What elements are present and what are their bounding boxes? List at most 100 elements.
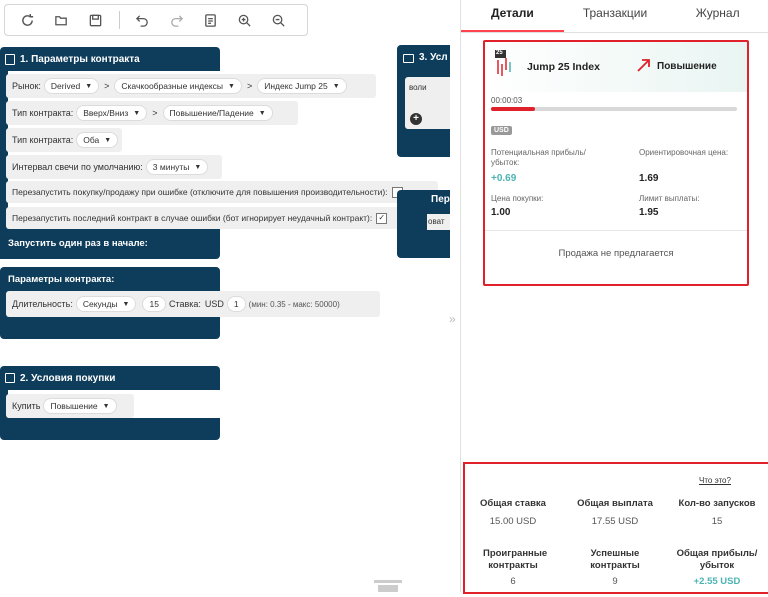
block-title: Пер xyxy=(431,194,450,205)
workspace-toolbar xyxy=(4,4,308,36)
trade-again-block[interactable]: 3. Усл воли + xyxy=(397,45,450,157)
chevron-right-icon: > xyxy=(152,108,158,118)
toolbar-divider xyxy=(119,11,120,29)
total-pnl-label: Общая прибыль/ убыток xyxy=(676,548,758,571)
trade-type-row: Тип контракта: Вверх/Вниз ▼ > Повышение/П… xyxy=(6,101,298,125)
contract-card[interactable]: 25 Jump 25 Index Повышение 00:00:03 USD … xyxy=(483,40,749,286)
buy-price-value: 1.00 xyxy=(491,207,511,218)
restart-last-trade-checkbox[interactable]: ✓ xyxy=(376,212,388,224)
caret-down-icon: ▼ xyxy=(122,300,130,308)
trade-options-label: Параметры контракта: xyxy=(8,274,115,285)
symbol-badge: 25 xyxy=(496,50,503,56)
trade-category-dropdown[interactable]: Вверх/Вниз ▼ xyxy=(76,105,148,121)
purchase-dropdown[interactable]: Повышение ▼ xyxy=(43,398,117,414)
run-panel: Детали Транзакции Журнал 25 Jump 25 Inde… xyxy=(460,0,768,594)
condition-label: воли xyxy=(409,83,427,92)
block-icon xyxy=(5,54,15,65)
duration-unit-dropdown[interactable]: Секунды ▼ xyxy=(75,296,137,312)
profit-label: Потенциальная прибыль/ убыток: xyxy=(491,148,586,167)
payout-limit-value: 1.95 xyxy=(639,207,659,218)
candle-interval-dropdown[interactable]: 3 минуты ▼ xyxy=(145,159,209,175)
zoom-out-icon[interactable] xyxy=(266,8,290,32)
currency-badge: USD xyxy=(491,126,512,135)
block-footer xyxy=(0,418,220,440)
tab-journal[interactable]: Журнал xyxy=(666,0,768,32)
sell-status: Продажа не предлагается xyxy=(558,248,674,259)
add-icon[interactable]: + xyxy=(410,113,422,125)
summary-stats: Что это? Общая ставка 15.00 USD Общая вы… xyxy=(463,462,768,594)
duration-row: Длительность: Секунды ▼ 15 Ставка: USD 1 … xyxy=(6,291,380,317)
won-contracts-value: 9 xyxy=(612,576,618,587)
card-divider xyxy=(485,230,747,231)
lost-contracts-label: Проигранные контракты xyxy=(483,548,548,571)
restart-last-trade-row: Перезапустить последний контракт в случа… xyxy=(6,207,438,229)
est-price-value: 1.69 xyxy=(639,173,659,184)
cart-icon xyxy=(5,373,15,383)
option-label: оват xyxy=(428,217,445,226)
block-title: 1. Параметры контракта xyxy=(20,54,140,65)
runs-value: 15 xyxy=(711,516,723,527)
total-pnl-value: +2.55 USD xyxy=(693,576,741,587)
buy-price-label: Цена покупки: xyxy=(491,194,544,203)
contract-direction: Повышение xyxy=(657,61,717,72)
est-price-label: Ориентировочная цена: xyxy=(639,148,729,157)
symbol-name: Jump 25 Index xyxy=(527,61,600,73)
chevron-right-icon: > xyxy=(246,81,253,91)
caret-down-icon: ▼ xyxy=(104,136,112,144)
total-payout-label: Общая выплата xyxy=(577,498,653,509)
submarket-dropdown[interactable]: Скачкообразные индексы ▼ xyxy=(114,78,242,94)
block-icon xyxy=(403,54,414,63)
runs-label: Кол-во запусков xyxy=(678,498,756,509)
caret-down-icon: ▼ xyxy=(85,82,93,90)
caret-down-icon: ▼ xyxy=(133,109,141,117)
arrow-up-right-icon xyxy=(635,56,653,79)
run-panel-tabs: Детали Транзакции Журнал xyxy=(461,0,768,33)
won-contracts-label: Успешные контракты xyxy=(590,548,640,571)
zoom-in-icon[interactable] xyxy=(232,8,256,32)
symbol-dropdown[interactable]: Индекс Jump 25 ▼ xyxy=(257,78,347,94)
caret-down-icon: ▼ xyxy=(194,163,202,171)
purchase-conditions-block[interactable]: 2. Условия покупки xyxy=(0,366,220,390)
duration-input[interactable]: 15 xyxy=(142,296,166,312)
caret-down-icon: ▼ xyxy=(102,402,110,410)
contract-progress-track xyxy=(491,107,737,111)
sort-blocks-icon[interactable] xyxy=(198,8,222,32)
run-once-label: Запустить один раз в начале: xyxy=(8,238,148,249)
chevron-right-icon: > xyxy=(104,81,110,91)
what-is-this-link[interactable]: Что это? xyxy=(699,476,731,485)
total-stake-label: Общая ставка xyxy=(480,498,546,509)
open-folder-icon[interactable] xyxy=(49,8,73,32)
tab-details[interactable]: Детали xyxy=(461,0,564,32)
caret-down-icon: ▼ xyxy=(228,82,235,90)
redo-icon[interactable] xyxy=(164,8,188,32)
purchase-row: Купить Повышение ▼ xyxy=(6,394,134,418)
restart-block[interactable]: Пер оват xyxy=(397,190,450,258)
payout-limit-label: Лимит выплаты: xyxy=(639,194,700,203)
contract-progress-fill xyxy=(491,107,536,111)
total-stake-value: 15.00 USD xyxy=(489,516,537,527)
profit-value: +0.69 xyxy=(491,173,517,184)
trade-parameters-block[interactable]: 1. Параметры контракта xyxy=(0,47,220,71)
save-icon[interactable] xyxy=(83,8,107,32)
candle-interval-row: Интервал свечи по умолчанию: 3 минуты ▼ xyxy=(6,155,222,179)
restart-on-error-row: Перезапустить покупку/продажу при ошибке… xyxy=(6,181,438,203)
caret-down-icon: ▼ xyxy=(332,82,340,90)
tab-transactions[interactable]: Транзакции xyxy=(564,0,667,32)
total-payout-value: 17.55 USD xyxy=(591,516,639,527)
block-title: 2. Условия покупки xyxy=(20,373,116,384)
trash-icon[interactable] xyxy=(372,578,404,597)
contract-type-row: Тип контракта: Оба ▼ xyxy=(6,128,122,152)
bot-workspace[interactable]: 1. Параметры контракта Рынок: Derived ▼ >… xyxy=(0,0,450,592)
lost-contracts-value: 6 xyxy=(510,576,516,587)
block-title: 3. Усл xyxy=(419,52,448,63)
contract-timer: 00:00:03 xyxy=(491,96,523,105)
undo-icon[interactable] xyxy=(130,8,154,32)
caret-down-icon: ▼ xyxy=(258,109,266,117)
market-row: Рынок: Derived ▼ > Скачкообразные индексы… xyxy=(6,74,376,98)
stake-input[interactable]: 1 xyxy=(226,296,246,312)
market-dropdown[interactable]: Derived ▼ xyxy=(43,78,100,94)
reset-icon[interactable] xyxy=(15,8,39,32)
contract-type-dropdown[interactable]: Оба ▼ xyxy=(76,132,119,148)
trade-type-dropdown[interactable]: Повышение/Падение ▼ xyxy=(162,105,273,121)
collapse-panel-icon[interactable]: » xyxy=(449,312,456,326)
